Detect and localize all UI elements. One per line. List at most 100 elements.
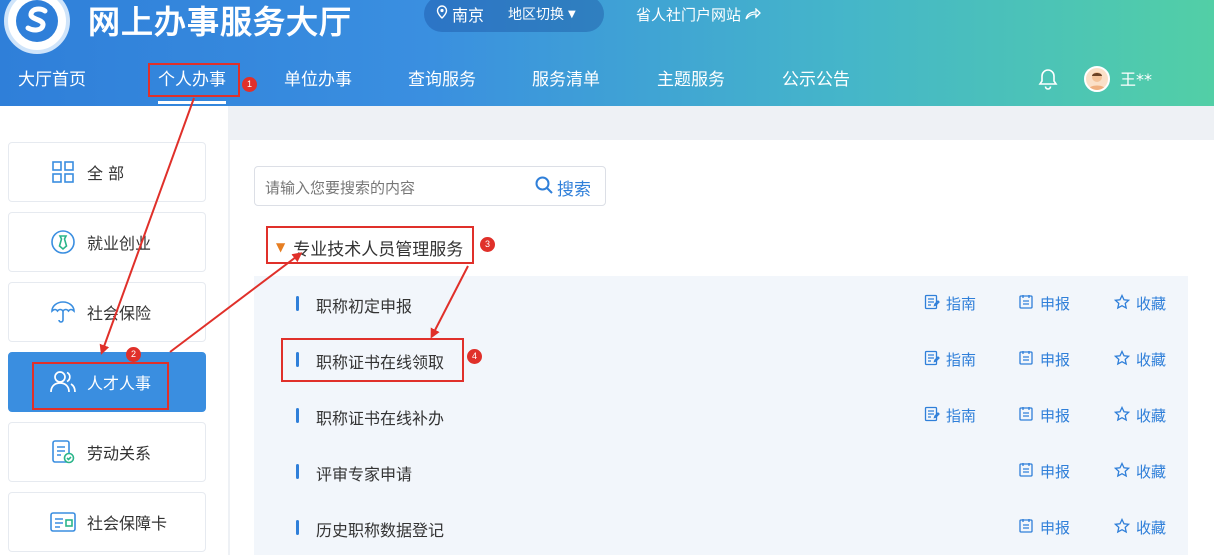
apply-icon (1018, 350, 1034, 370)
apply-label: 申报 (1040, 351, 1071, 369)
sidebar-item-label: 就业创业 (87, 234, 152, 253)
step-badge-4: 4 (467, 349, 482, 364)
step-badge-1: 1 (242, 77, 257, 92)
nav-hall-home[interactable]: 大厅首页 (18, 62, 86, 98)
nav-announcements[interactable]: 公示公告 (782, 62, 850, 98)
sidebar-item-labor-relations[interactable]: 劳动关系 (8, 422, 206, 482)
list-item: 职称初定申报 指南 申报 收藏 (254, 276, 1188, 332)
row-marker (296, 520, 299, 535)
logo[interactable] (4, 0, 70, 54)
list-item: 职称证书在线补办 指南 申报 收藏 (254, 388, 1188, 444)
apply-button[interactable]: 申报 (1018, 349, 1070, 370)
star-icon (1113, 405, 1131, 426)
guide-button[interactable]: 指南 (924, 349, 976, 370)
guide-icon (924, 294, 940, 314)
avatar[interactable] (1084, 66, 1110, 92)
sidebar-item-label: 劳动关系 (87, 444, 152, 463)
search-bar: 请输入您要搜索的内容 搜索 (254, 166, 606, 206)
service-name[interactable]: 职称初定申报 (316, 293, 412, 317)
highlight-box-step3 (266, 226, 474, 264)
apply-button[interactable]: 申报 (1018, 517, 1070, 538)
step-badge-2: 2 (126, 347, 141, 362)
star-icon (1113, 349, 1131, 370)
search-icon (535, 176, 553, 199)
sidebar-item-label: 全 部 (87, 164, 125, 183)
sidebar-item-all[interactable]: 全 部 (8, 142, 206, 202)
apply-icon (1018, 294, 1034, 314)
search-button-label: 搜索 (557, 180, 591, 200)
step-badge-3: 3 (480, 237, 495, 252)
list-item: 历史职称数据登记 申报 收藏 (254, 500, 1188, 555)
guide-icon (924, 350, 940, 370)
sidebar-item-label: 社会保障卡 (87, 514, 168, 533)
region-selector[interactable]: 南京 地区切换 ▼ (424, 0, 604, 32)
favorite-button[interactable]: 收藏 (1113, 349, 1167, 370)
favorite-label: 收藏 (1136, 463, 1167, 481)
guide-button[interactable]: 指南 (924, 405, 976, 426)
favorite-label: 收藏 (1136, 519, 1167, 537)
star-icon (1113, 517, 1131, 538)
favorite-button[interactable]: 收藏 (1113, 293, 1167, 314)
highlight-box-step2 (32, 362, 169, 410)
portal-link[interactable]: 省人社门户网站 (636, 4, 761, 25)
apply-icon (1018, 518, 1034, 538)
favorite-button[interactable]: 收藏 (1113, 405, 1167, 426)
favorite-button[interactable]: 收藏 (1113, 517, 1167, 538)
row-marker (296, 408, 299, 423)
share-arrow-icon (745, 6, 761, 24)
logo-icon (16, 0, 58, 42)
apply-icon (1018, 462, 1034, 482)
caret-down-icon: ▼ (568, 8, 576, 20)
highlight-box-step4 (281, 338, 464, 382)
service-list: 职称初定申报 指南 申报 收藏 职称证书在线领取 指南 申报 收藏 职称证书在线… (254, 276, 1188, 555)
portal-link-label: 省人社门户网站 (636, 6, 742, 24)
apply-button[interactable]: 申报 (1018, 461, 1070, 482)
favorite-label: 收藏 (1136, 295, 1167, 313)
service-name[interactable]: 历史职称数据登记 (316, 517, 444, 541)
search-button[interactable]: 搜索 (535, 175, 591, 200)
card-icon (49, 508, 77, 536)
list-item: 评审专家申请 申报 收藏 (254, 444, 1188, 500)
apply-label: 申报 (1040, 295, 1071, 313)
page: { "header": { "site_title": "网上办事服务大厅", … (0, 0, 1214, 555)
apply-button[interactable]: 申报 (1018, 405, 1070, 426)
grid-icon (49, 158, 77, 186)
guide-button[interactable]: 指南 (924, 293, 976, 314)
current-city: 南京 (452, 6, 485, 25)
apply-label: 申报 (1040, 407, 1071, 425)
service-name[interactable]: 评审专家申请 (316, 461, 412, 485)
service-name[interactable]: 职称证书在线补办 (316, 405, 444, 429)
umbrella-icon (49, 298, 77, 326)
favorite-label: 收藏 (1136, 407, 1167, 425)
star-icon (1113, 293, 1131, 314)
apply-icon (1018, 406, 1034, 426)
favorite-button[interactable]: 收藏 (1113, 461, 1167, 482)
highlight-box-step1 (148, 63, 240, 97)
guide-label: 指南 (946, 295, 977, 313)
nav-query-service[interactable]: 查询服务 (408, 62, 476, 98)
apply-button[interactable]: 申报 (1018, 293, 1070, 314)
username[interactable]: 王** (1120, 66, 1152, 90)
apply-label: 申报 (1040, 519, 1071, 537)
guide-label: 指南 (946, 407, 977, 425)
favorite-label: 收藏 (1136, 351, 1167, 369)
nav-unit-affairs[interactable]: 单位办事 (284, 62, 352, 98)
guide-label: 指南 (946, 351, 977, 369)
row-marker (296, 296, 299, 311)
site-title: 网上办事服务大厅 (88, 3, 353, 41)
bell-icon[interactable] (1038, 68, 1058, 94)
sidebar-item-social-security-card[interactable]: 社会保障卡 (8, 492, 206, 552)
sidebar-item-label: 社会保险 (87, 304, 152, 323)
nav-service-list[interactable]: 服务清单 (532, 62, 600, 98)
apply-label: 申报 (1040, 463, 1071, 481)
sidebar-item-employment[interactable]: 就业创业 (8, 212, 206, 272)
region-switch-button[interactable]: 地区切换 (508, 4, 564, 24)
guide-icon (924, 406, 940, 426)
search-input[interactable]: 请输入您要搜索的内容 (265, 177, 415, 198)
star-icon (1113, 461, 1131, 482)
tie-icon (49, 228, 77, 256)
nav-theme-service[interactable]: 主题服务 (657, 62, 725, 98)
row-marker (296, 464, 299, 479)
location-pin-icon (436, 5, 448, 23)
sidebar-item-social-insurance[interactable]: 社会保险 (8, 282, 206, 342)
